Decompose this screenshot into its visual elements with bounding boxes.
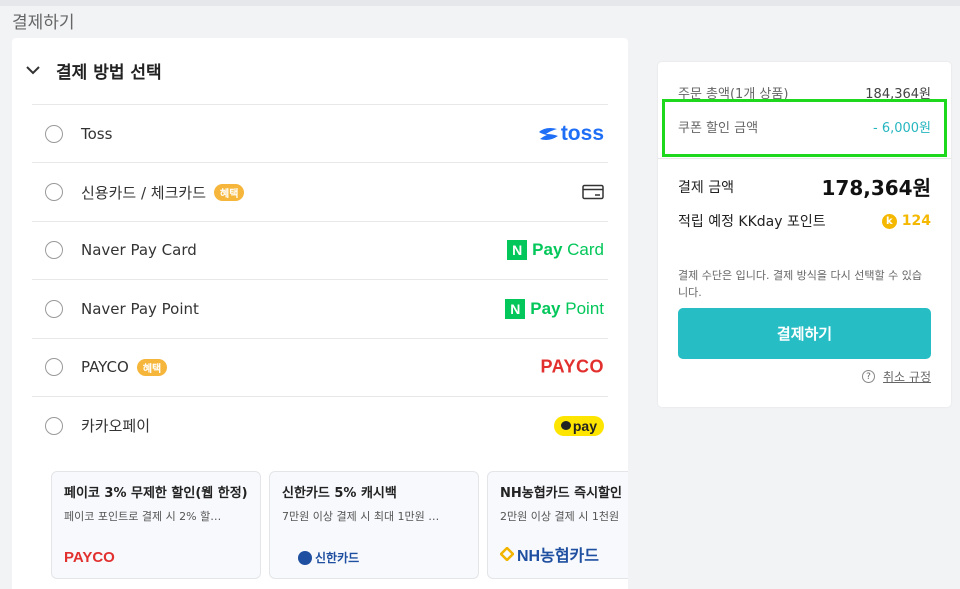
coupon-label: 쿠폰 할인 금액	[678, 121, 759, 136]
method-label: Naver Pay Point	[81, 299, 199, 318]
payco-logo: PAYCO	[64, 549, 115, 566]
points-value: 124	[901, 213, 931, 229]
method-label: Toss	[81, 124, 113, 143]
payment-method-card[interactable]: 신용카드 / 체크카드 혜택	[32, 162, 608, 220]
points-label: 적립 예정 KKday 포인트	[678, 214, 826, 230]
payment-amount-label: 결제 금액	[678, 179, 734, 196]
card-logo	[582, 184, 604, 200]
payment-note: 결제 수단은 입니다. 결제 방식을 다시 선택할 수 있습니다.	[678, 269, 922, 299]
payment-method-list: Toss toss 신용카드 / 체크카드 혜택 Naver Pay Card …	[32, 104, 608, 454]
promo-card-shinhan[interactable]: 신한카드 5% 캐시백 7만원 이상 결제 시 최대 1만원 … 신한카드	[269, 471, 479, 579]
shinhan-logo-text: 신한카드	[315, 551, 360, 565]
nh-logo-text: NH농협카드	[517, 548, 599, 565]
radio-button[interactable]	[45, 358, 63, 377]
top-border	[0, 0, 960, 6]
radio-button[interactable]	[45, 416, 63, 435]
toss-icon	[538, 127, 558, 140]
toss-logo: toss	[537, 122, 604, 146]
promo-title: 신한카드 5% 캐시백	[282, 486, 397, 501]
cancel-policy-link[interactable]: 취소 규정	[883, 368, 931, 385]
points-row: 적립 예정 KKday 포인트 k 124	[678, 211, 931, 231]
help-icon: ?	[862, 370, 876, 383]
naver-card-text: Card	[567, 240, 604, 260]
nh-icon	[500, 547, 514, 561]
toss-logo-text: toss	[560, 121, 604, 145]
payment-method-kakao-pay[interactable]: 카카오페이 pay	[32, 395, 608, 454]
chevron-down-icon[interactable]	[24, 61, 42, 79]
shinhan-icon	[298, 550, 312, 565]
payment-method-naver-pay-point[interactable]: Naver Pay Point N Pay Point	[32, 279, 608, 337]
method-label: PAYCO	[81, 358, 129, 377]
naver-point-text: Point	[565, 298, 604, 318]
coupon-discount-row: 쿠폰 할인 금액 - 6,000원	[678, 117, 931, 136]
method-label: Naver Pay Card	[81, 241, 197, 260]
kkday-coin-icon: k	[881, 213, 897, 229]
promo-desc: 페이코 포인트로 결제 시 2% 할…	[64, 510, 222, 523]
promo-card-payco[interactable]: 페이코 3% 무제한 할인(웹 한정) 페이코 포인트로 결제 시 2% 할… …	[51, 471, 261, 579]
promo-title: NH농협카드 즉시할인	[500, 486, 622, 501]
coupon-value: - 6,000원	[873, 121, 931, 136]
radio-button[interactable]	[45, 124, 63, 143]
payment-method-payco[interactable]: PAYCO 혜택 PAYCO	[32, 337, 608, 396]
order-summary-panel: 주문 총액(1개 상품) 184,364원 쿠폰 할인 금액 - 6,000원 …	[658, 62, 951, 407]
naver-n-icon: N	[505, 298, 526, 319]
payco-logo: PAYCO	[540, 356, 604, 377]
shinhan-card-logo: 신한카드	[298, 549, 359, 566]
benefit-badge: 혜택	[136, 358, 168, 376]
promo-desc: 2만원 이상 결제 시 1천원	[500, 510, 620, 523]
radio-button[interactable]	[45, 299, 63, 318]
kakao-pay-text: pay	[572, 417, 597, 434]
method-label: 신용카드 / 체크카드	[81, 183, 206, 202]
method-label: 카카오페이	[81, 417, 151, 436]
promo-card-nh[interactable]: NH농협카드 즉시할인 2만원 이상 결제 시 1천원 NH농협카드	[487, 471, 628, 579]
section-title: 결제 방법 선택	[56, 62, 162, 83]
payment-amount-value: 178,364원	[821, 176, 932, 200]
promo-title: 페이코 3% 무제한 할인(웹 한정)	[64, 486, 248, 501]
radio-button[interactable]	[45, 183, 63, 202]
naver-pay-point-logo: N Pay Point	[505, 298, 604, 319]
page-title: 결제하기	[12, 13, 75, 33]
payment-amount-row: 결제 금액 178,364원	[678, 172, 931, 201]
pay-button[interactable]: 결제하기	[678, 308, 931, 359]
promo-desc: 7만원 이상 결제 시 최대 1만원 …	[282, 510, 440, 523]
benefit-badge: 혜택	[214, 183, 245, 201]
naver-pay-text: Pay	[530, 298, 561, 318]
kakao-pay-logo: pay	[553, 415, 604, 436]
cancel-policy[interactable]: ? 취소 규정	[862, 368, 931, 385]
speech-bubble-icon	[560, 421, 571, 431]
payment-method-toss[interactable]: Toss toss	[32, 104, 608, 162]
naver-pay-card-logo: N Pay Card	[507, 240, 604, 261]
divider	[658, 158, 951, 159]
radio-button[interactable]	[45, 241, 63, 260]
nh-card-logo: NH농협카드	[500, 542, 599, 566]
promo-carousel[interactable]: 페이코 3% 무제한 할인(웹 한정) 페이코 포인트로 결제 시 2% 할… …	[51, 471, 628, 581]
section-header[interactable]: 결제 방법 선택	[24, 58, 162, 83]
naver-pay-text: Pay	[532, 240, 563, 260]
naver-n-icon: N	[507, 240, 528, 261]
credit-card-icon	[582, 184, 604, 200]
payment-method-naver-pay-card[interactable]: Naver Pay Card N Pay Card	[32, 220, 608, 279]
